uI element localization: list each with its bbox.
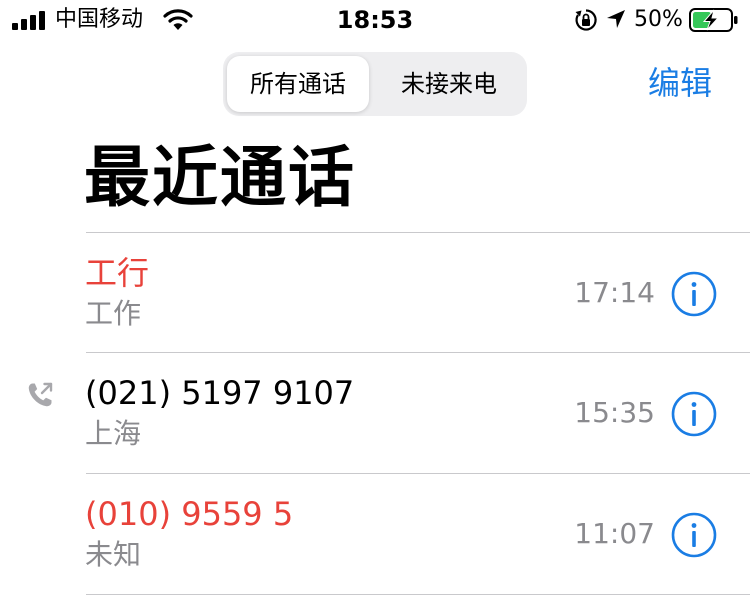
edit-button[interactable]: 编辑 [648, 62, 712, 104]
call-name: (010) 9559 5 [85, 495, 294, 533]
call-name: 工行 [85, 254, 150, 292]
call-name: (021) 5197 9107 [85, 374, 355, 412]
call-label: 未知 [85, 538, 142, 571]
status-bar: 中国移动 18:53 50% [0, 0, 750, 40]
info-icon[interactable] [671, 512, 717, 558]
segment-all-calls[interactable]: 所有通话 [227, 52, 369, 116]
call-row[interactable]: (021) 5197 9107 上海 15:35 [0, 353, 750, 473]
outgoing-call-icon [28, 382, 53, 407]
call-time: 15:35 [574, 396, 655, 429]
call-filter-segmented-control: 所有通话 未接来电 [223, 52, 527, 116]
call-label: 上海 [85, 417, 142, 450]
page-title: 最近通话 [84, 139, 356, 216]
list-divider [86, 594, 750, 595]
call-time: 11:07 [574, 517, 655, 550]
segment-missed-calls[interactable]: 未接来电 [375, 52, 523, 116]
rotation-lock-icon [575, 9, 597, 31]
info-icon[interactable] [671, 391, 717, 437]
call-label: 工作 [85, 297, 142, 330]
location-icon [607, 10, 625, 28]
call-time: 17:14 [574, 276, 655, 309]
battery-percent: 50% [634, 7, 683, 32]
call-row[interactable]: 工行 工作 17:14 [0, 233, 750, 353]
call-row[interactable]: (010) 9559 5 未知 11:07 [0, 474, 750, 594]
info-icon[interactable] [671, 271, 717, 317]
battery-charging-icon [689, 8, 738, 32]
